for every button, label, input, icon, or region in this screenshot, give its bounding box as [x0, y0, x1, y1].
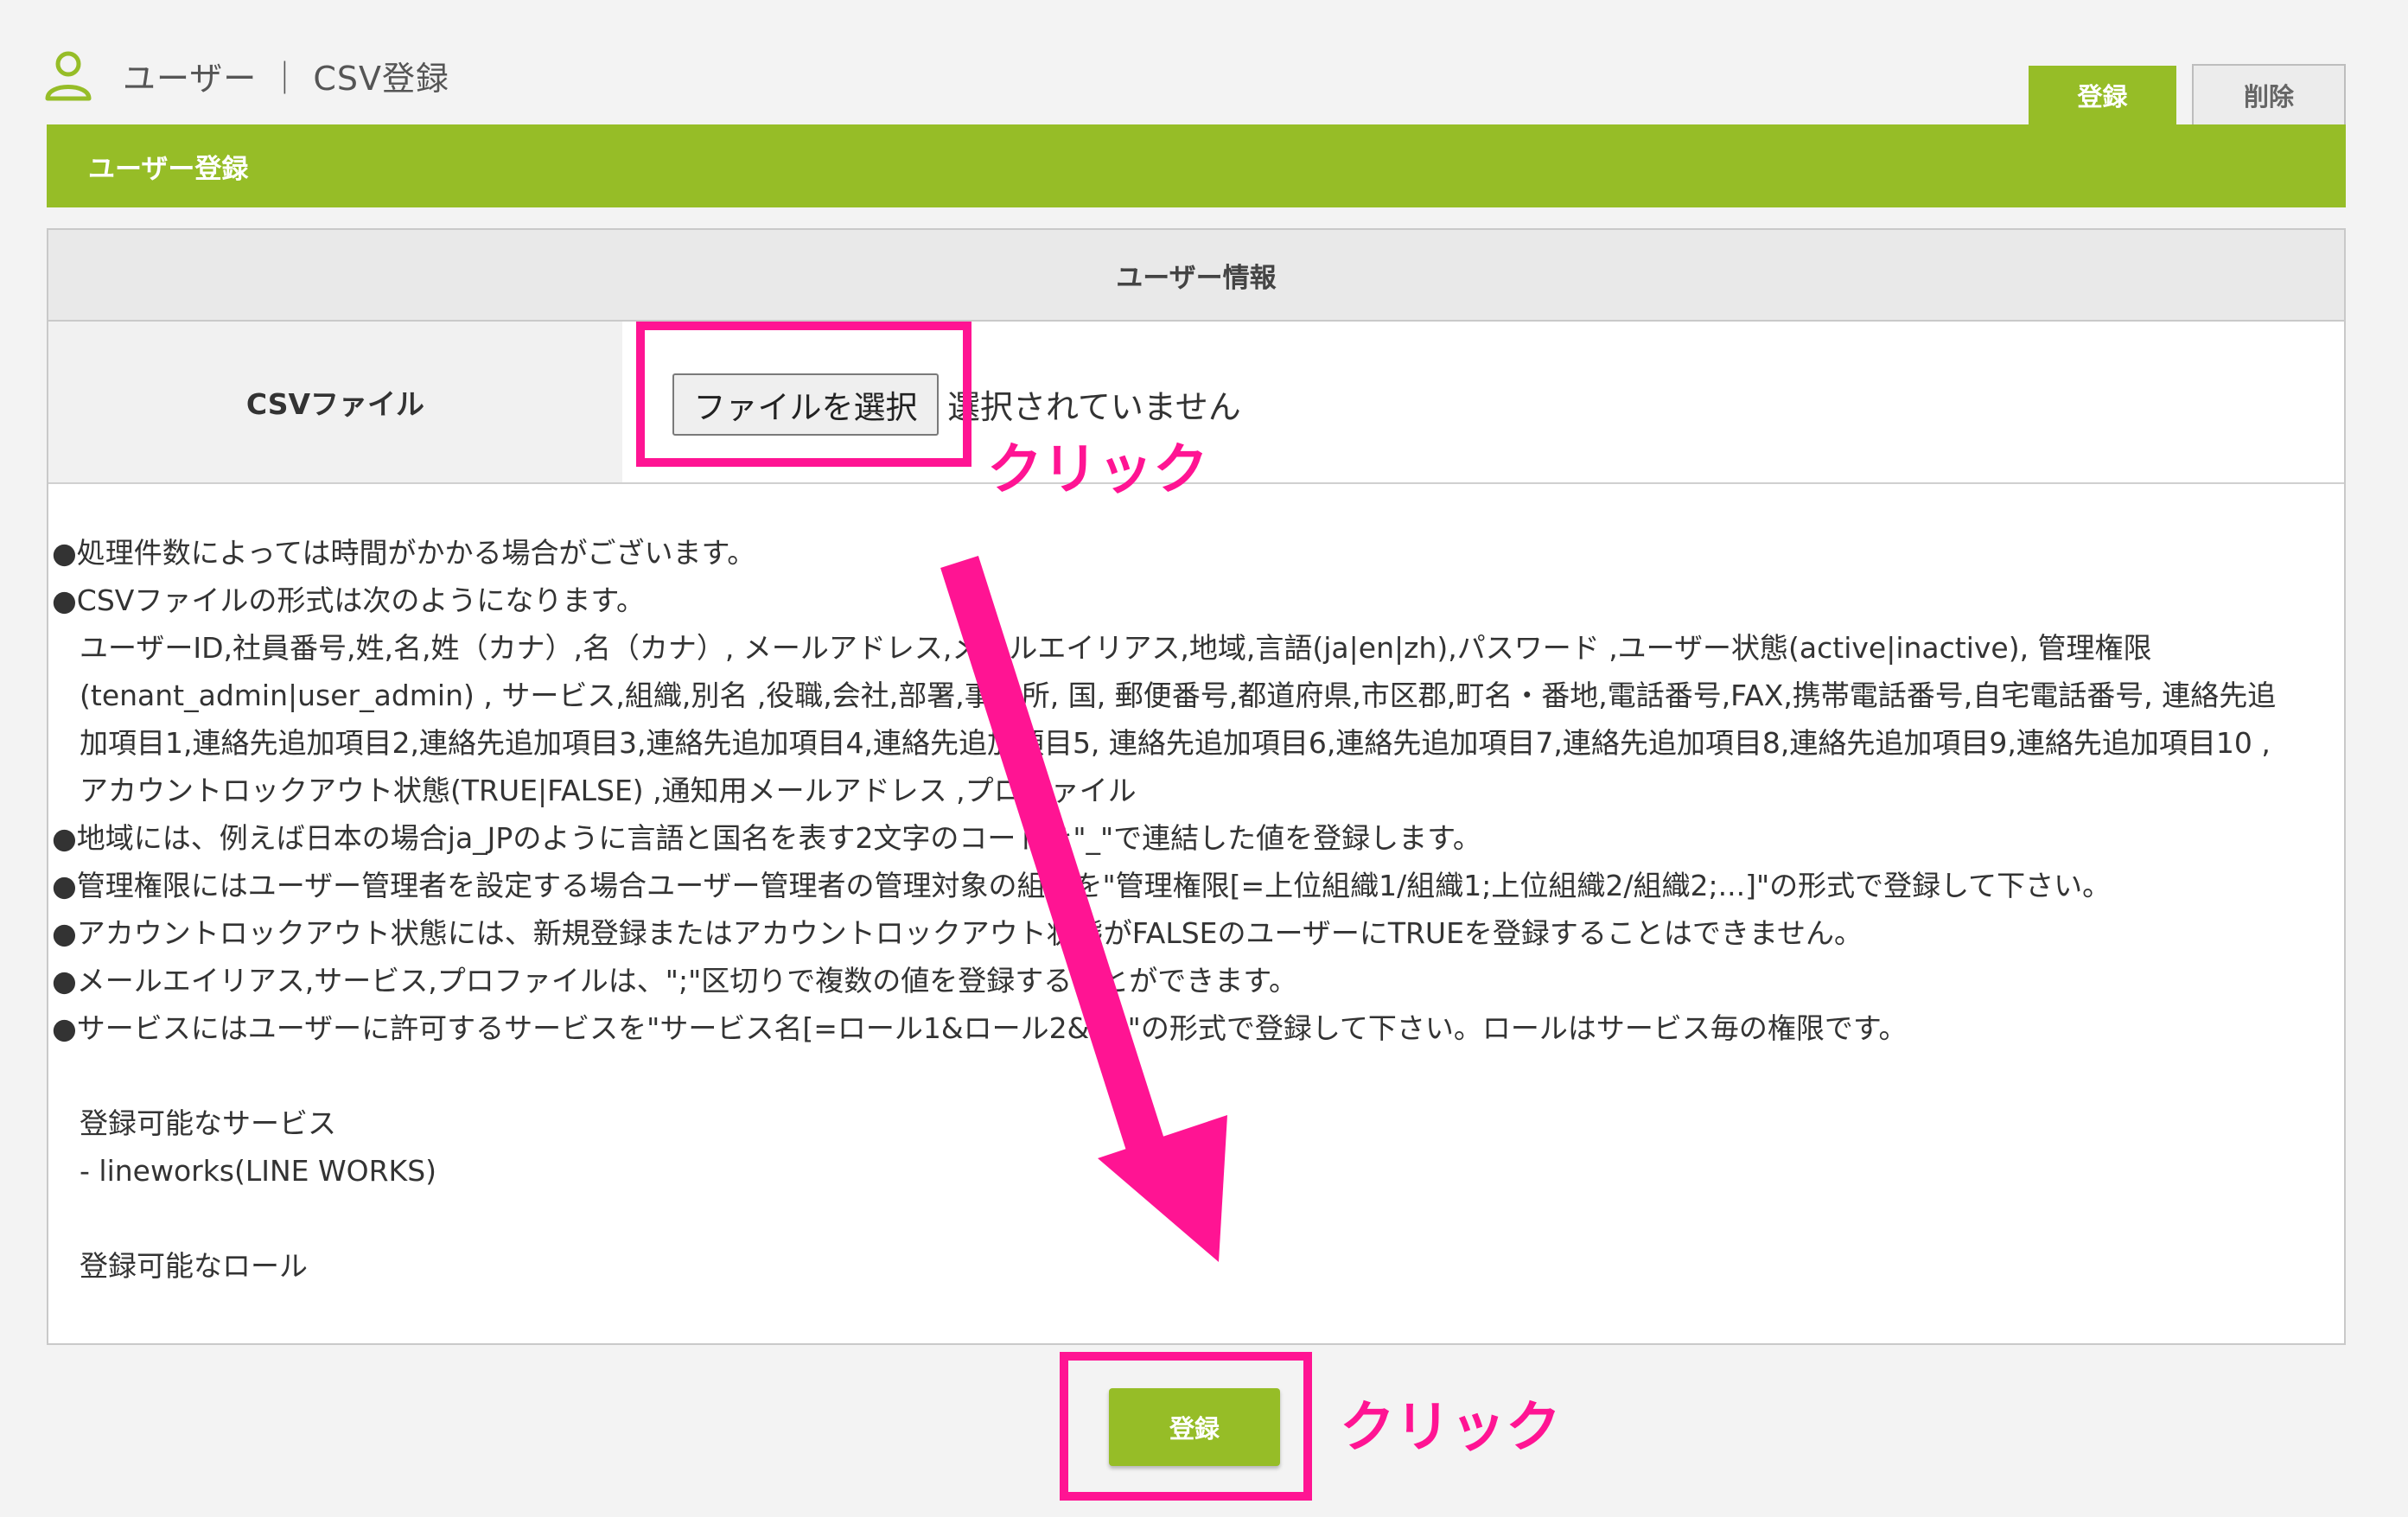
csv-file-label: CSVファイル — [48, 322, 622, 482]
note-line: ●地域には、例えば日本の場合ja_JPのように言語と国名を表す2文字のコードを"… — [52, 821, 1481, 855]
page-title: ユーザー ｜ CSV登録 — [123, 59, 450, 98]
note-line: ●アカウントロックアウト状態には、新規登録またはアカウントロックアウト状態がFA… — [52, 916, 1863, 950]
section-title: ユーザー登録 — [88, 153, 249, 185]
note-line: ●管理権限にはユーザー管理者を設定する場合ユーザー管理者の管理対象の組織を"管理… — [52, 869, 2112, 902]
instructions: ●処理件数によっては時間がかかる場合がございます。 ●CSVファイルの形式は次の… — [52, 529, 2290, 1290]
page-header: ユーザー ｜ CSV登録 — [43, 45, 449, 105]
panel-heading: ユーザー情報 — [48, 230, 2344, 322]
csv-format-text: ユーザーID,社員番号,姓,名,姓（カナ）,名（カナ）, メールアドレス,メール… — [80, 631, 2277, 807]
click-annotation-1: クリック — [987, 438, 1208, 502]
user-icon — [45, 51, 92, 101]
services-heading: 登録可能なサービス — [80, 1106, 336, 1140]
click-annotation-2: クリック — [1340, 1396, 1561, 1460]
file-status-text: 選択されていません — [947, 388, 1241, 426]
highlight-box-file — [636, 322, 971, 467]
highlight-box-submit — [1060, 1352, 1312, 1501]
roles-heading: 登録可能なロール — [80, 1249, 308, 1283]
tab-delete[interactable]: 削除 — [2192, 64, 2346, 124]
services-item: - lineworks(LINE WORKS) — [80, 1154, 437, 1188]
note-line: ●処理件数によっては時間がかかる場合がございます。 — [52, 536, 756, 570]
section-title-bar: ユーザー登録 — [47, 124, 2346, 207]
tab-register[interactable]: 登録 — [2029, 66, 2176, 124]
note-line: ●CSVファイルの形式は次のようになります。 — [52, 583, 646, 617]
note-line: ●サービスにはユーザーに許可するサービスを"サービス名[=ロール1&ロール2&.… — [52, 1011, 1908, 1045]
note-line: ●メールエイリアス,サービス,プロファイルは、";"区切りで複数の値を登録するこ… — [52, 964, 1297, 998]
